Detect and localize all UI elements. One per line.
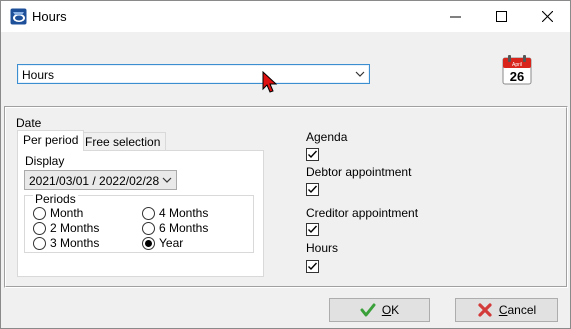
cancel-label: Cancel <box>498 303 537 317</box>
mouse-cursor-icon <box>262 71 278 93</box>
tab-free-selection[interactable]: Free selection <box>79 132 167 151</box>
periods-group: Periods Month 2 Months 3 Months 4 Months… <box>24 192 254 253</box>
radio-circle <box>142 206 155 220</box>
radio-label: 2 Months <box>50 221 100 235</box>
debtor-appointment-checkbox[interactable] <box>306 183 319 196</box>
display-label: Display <box>25 154 65 168</box>
radio-3-months[interactable]: 3 Months <box>33 236 99 250</box>
hours-dialog: Hours Hours April 26 Date Per period Fre… <box>0 0 571 329</box>
close-button[interactable] <box>524 1 570 32</box>
radio-month[interactable]: Month <box>33 206 83 220</box>
close-icon <box>541 11 553 22</box>
radio-label: 3 Months <box>50 236 100 250</box>
minimize-icon <box>449 16 461 18</box>
checkmark-icon <box>360 303 376 317</box>
debtor-appointment-label: Debtor appointment <box>306 165 412 179</box>
checkmark-icon <box>308 150 318 159</box>
radio-year[interactable]: Year <box>142 236 183 250</box>
creditor-appointment-label: Creditor appointment <box>306 206 419 220</box>
report-type-value: Hours <box>22 68 55 82</box>
agenda-label: Agenda <box>306 130 348 144</box>
periods-label: Periods <box>33 192 78 206</box>
calendar-month: April <box>512 62 522 68</box>
date-label: Date <box>16 116 42 130</box>
header-area: Hours April 26 <box>1 32 570 106</box>
radio-label: 6 Months <box>159 221 209 235</box>
creditor-appointment-checkbox[interactable] <box>306 223 319 236</box>
radio-label: Month <box>50 206 84 220</box>
radio-circle <box>33 221 46 235</box>
chevron-down-icon <box>355 71 365 77</box>
hours-checkbox[interactable] <box>306 260 319 273</box>
calendar-day: 26 <box>510 69 524 84</box>
agenda-checkbox[interactable] <box>306 148 319 161</box>
checkmark-icon <box>308 225 318 234</box>
radio-circle-selected <box>142 236 155 250</box>
chevron-down-icon <box>162 177 172 183</box>
radio-4-months[interactable]: 4 Months <box>142 206 208 220</box>
calendar-icon: April 26 <box>502 55 532 85</box>
cancel-x-icon <box>478 303 492 317</box>
radio-label: 4 Months <box>159 206 209 220</box>
maximize-icon <box>495 11 507 22</box>
per-period-tab-page: Display 2021/03/01 / 2022/02/28 Periods … <box>17 150 264 277</box>
radio-label: Year <box>159 236 184 250</box>
display-period-select[interactable]: 2021/03/01 / 2022/02/28 <box>24 170 177 190</box>
ok-label: OK <box>381 303 400 317</box>
title-bar: Hours <box>1 1 570 32</box>
ok-button[interactable]: OK <box>329 298 430 322</box>
maximize-button[interactable] <box>478 1 524 32</box>
radio-circle <box>33 206 46 220</box>
radio-circle <box>142 221 155 235</box>
checkmark-icon <box>308 185 318 194</box>
radio-6-months[interactable]: 6 Months <box>142 221 208 235</box>
checkmark-icon <box>308 262 318 271</box>
radio-2-months[interactable]: 2 Months <box>33 221 99 235</box>
display-period-value: 2021/03/01 / 2022/02/28 <box>29 174 160 188</box>
window-title: Hours <box>32 9 67 24</box>
radio-circle <box>33 236 46 250</box>
hours-label: Hours <box>306 241 339 255</box>
cancel-button[interactable]: Cancel <box>455 298 558 322</box>
tab-per-period[interactable]: Per period <box>17 130 85 151</box>
report-type-select[interactable]: Hours <box>17 64 370 84</box>
app-icon <box>10 8 27 25</box>
minimize-button[interactable] <box>432 1 478 32</box>
